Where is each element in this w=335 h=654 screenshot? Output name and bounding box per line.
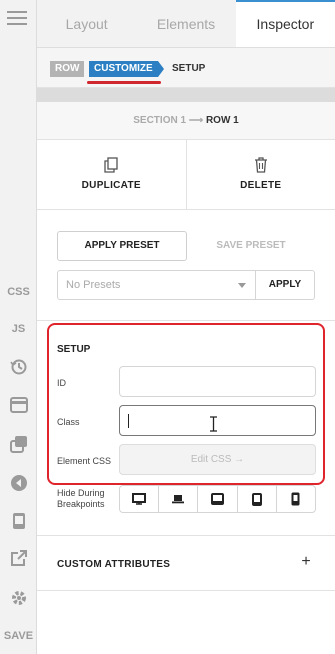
edit-css-button[interactable]: Edit CSS → [119, 444, 316, 475]
highlight-underline [87, 81, 161, 84]
tab-inspector[interactable]: Inspector [235, 0, 335, 47]
text-cursor [128, 414, 129, 428]
element-actions: DUPLICATE DELETE [37, 140, 335, 210]
tab-layout[interactable]: Layout [37, 0, 136, 47]
history-icon[interactable] [0, 358, 37, 376]
element-path: SECTION 1 ⟶ ROW 1 [37, 102, 335, 140]
duplicate-label: DUPLICATE [81, 180, 141, 191]
panel-tabs: Layout Elements Inspector [37, 0, 335, 48]
divider-band [37, 88, 335, 102]
breadcrumb-row[interactable]: ROW [50, 61, 85, 77]
breakpoint-desktop[interactable] [120, 486, 160, 512]
chevron-down-icon [238, 283, 246, 288]
duplicate-icon [104, 157, 118, 173]
apply-preset-button[interactable]: APPLY PRESET [57, 231, 187, 261]
tablet-portrait-icon [251, 492, 262, 506]
phone-icon [291, 492, 300, 506]
id-field[interactable] [119, 366, 316, 397]
left-rail: CSS JS SAVE [0, 0, 37, 654]
delete-label: DELETE [240, 180, 282, 191]
preset-select-value: No Presets [66, 279, 121, 291]
duplicate-button[interactable]: DUPLICATE [37, 140, 187, 209]
back-icon[interactable] [0, 474, 37, 492]
trash-icon [254, 157, 267, 173]
save-button[interactable]: SAVE [0, 630, 37, 642]
breakpoint-phone[interactable] [277, 486, 315, 512]
apply-button[interactable]: APPLY [256, 270, 315, 300]
gear-icon[interactable] [0, 589, 37, 607]
js-button[interactable]: JS [0, 323, 37, 335]
delete-button[interactable]: DELETE [187, 140, 335, 209]
divider [37, 320, 335, 321]
path-section[interactable]: SECTION 1 [133, 115, 186, 126]
desktop-icon [132, 493, 147, 505]
breakpoint-laptop[interactable] [159, 486, 199, 512]
breakpoint-tablet-landscape[interactable] [198, 486, 238, 512]
element-css-label: Element CSS [57, 456, 112, 466]
breakpoint-tablet-portrait[interactable] [238, 486, 277, 512]
path-row: ROW 1 [205, 115, 239, 126]
path-arrow-icon: ⟶ [188, 115, 204, 126]
external-icon[interactable] [0, 549, 37, 567]
laptop-icon [172, 495, 185, 504]
divider [37, 535, 335, 536]
tablet-landscape-icon [211, 493, 224, 505]
ibeam-cursor-icon [210, 416, 217, 432]
hide-breakpoints-label: Hide During Breakpoints [57, 488, 105, 509]
device-icon[interactable] [0, 512, 37, 530]
class-label: Class [57, 417, 80, 427]
card-icon[interactable] [0, 397, 37, 413]
save-preset-button[interactable]: SAVE PRESET [187, 231, 315, 261]
breadcrumb: ROW CUSTOMIZE SETUP [37, 48, 335, 88]
setup-title: SETUP [57, 344, 91, 355]
layers-icon[interactable] [0, 435, 37, 453]
id-label: ID [57, 378, 66, 388]
tab-elements[interactable]: Elements [136, 0, 235, 47]
custom-attributes-title: CUSTOM ATTRIBUTES [57, 559, 171, 570]
divider [37, 590, 335, 591]
add-attribute-button[interactable]: + [297, 553, 315, 571]
css-button[interactable]: CSS [0, 286, 37, 298]
menu-icon[interactable] [7, 11, 27, 25]
breadcrumb-customize[interactable]: CUSTOMIZE [89, 61, 164, 77]
breakpoint-toggles [119, 485, 316, 513]
breadcrumb-setup: SETUP [172, 63, 206, 74]
preset-select[interactable]: No Presets [57, 270, 256, 300]
